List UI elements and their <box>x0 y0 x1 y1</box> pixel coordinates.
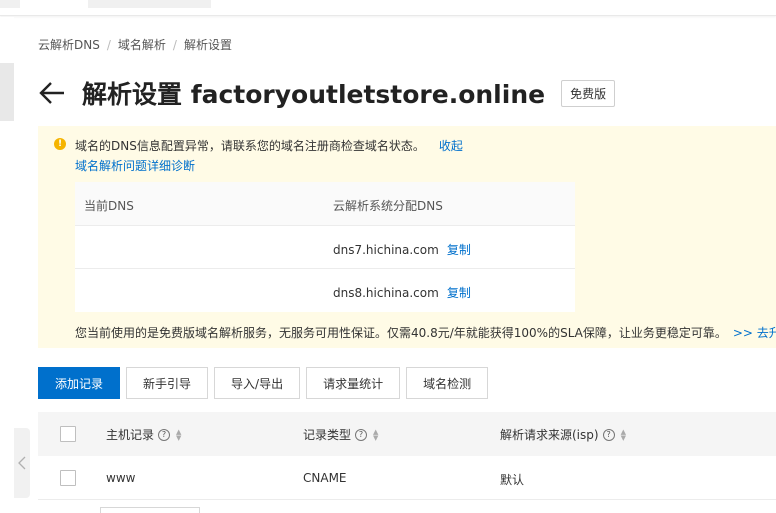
dns-server-table: 当前DNS 云解析系统分配DNS dns7.hichina.com 复制 dns8… <box>75 182 575 312</box>
breadcrumb-separator: / <box>106 38 111 52</box>
help-icon[interactable]: ? <box>158 428 171 441</box>
isp-value: 默认 <box>500 473 525 487</box>
breadcrumb-separator: / <box>172 38 177 52</box>
arrow-left-icon[interactable] <box>38 81 66 105</box>
sort-icon[interactable]: ▲ ▼ <box>176 428 181 441</box>
copy-link[interactable]: 复制 <box>447 243 471 257</box>
dns-table-header: 当前DNS 云解析系统分配DNS <box>75 182 575 226</box>
plan-badge: 免费版 <box>561 79 616 107</box>
dns-table-row: dns8.hichina.com 复制 <box>75 269 575 312</box>
copy-link[interactable]: 复制 <box>447 286 471 300</box>
chevron-left-icon <box>18 456 26 470</box>
breadcrumb: 云解析DNS / 域名解析 / 解析设置 <box>38 36 232 53</box>
upgrade-notice: 您当前使用的是免费版域名解析服务，无服务可用性保证。仅需40.8元/年就能获得1… <box>75 324 776 341</box>
top-tab[interactable] <box>88 0 211 8</box>
import-export-button[interactable]: 导入/导出 <box>214 367 301 399</box>
header-host-label: 主机记录 <box>106 428 155 442</box>
title-row: 解析设置 factoryoutletstore.online 免费版 <box>38 74 616 112</box>
guide-button[interactable]: 新手引导 <box>126 367 209 399</box>
help-icon[interactable]: ? <box>355 428 368 441</box>
table-row[interactable]: www CNAME 默认 <box>38 456 776 500</box>
records-table-header: 主机记录 ? ▲ ▼ 记录类型 ? ▲ ▼ 解析请求来源(isp) ? ▲ ▼ <box>38 412 776 456</box>
assigned-dns-cell: dns7.hichina.com 复制 <box>333 241 471 258</box>
warning-message: 域名的DNS信息配置异常，请联系您的域名注册商检查域名状态。 收起 <box>75 137 463 154</box>
header-assigned-dns: 云解析系统分配DNS <box>333 199 443 213</box>
header-isp-label: 解析请求来源(isp) <box>500 428 599 442</box>
collapse-link[interactable]: 收起 <box>439 139 463 153</box>
header-host[interactable]: 主机记录 ? ▲ ▼ <box>106 426 181 443</box>
help-icon[interactable]: ? <box>602 428 615 441</box>
select-all-checkbox[interactable] <box>60 426 76 442</box>
top-tab[interactable] <box>0 0 20 8</box>
header-isp[interactable]: 解析请求来源(isp) ? ▲ ▼ <box>500 426 626 443</box>
header-current-dns: 当前DNS <box>84 199 134 213</box>
diagnose-link[interactable]: 域名解析问题详细诊断 <box>75 157 195 174</box>
breadcrumb-item-current: 解析设置 <box>183 38 232 52</box>
header-type-label: 记录类型 <box>303 428 352 442</box>
exclamation-circle-icon: ! <box>54 138 66 150</box>
upgrade-link[interactable]: >> 去升级 <box>733 326 776 340</box>
assigned-dns-value: dns7.hichina.com <box>333 243 439 257</box>
pagination-stub <box>100 507 200 513</box>
left-rail <box>0 17 14 513</box>
breadcrumb-item[interactable]: 云解析DNS <box>38 38 100 52</box>
row-checkbox[interactable] <box>60 470 76 486</box>
breadcrumb-item[interactable]: 域名解析 <box>118 38 166 52</box>
record-toolbar: 添加记录 新手引导 导入/导出 请求量统计 域名检测 <box>38 367 489 399</box>
sort-icon[interactable]: ▲ ▼ <box>621 428 626 441</box>
add-record-button[interactable]: 添加记录 <box>38 367 121 399</box>
header-type[interactable]: 记录类型 ? ▲ ▼ <box>303 426 378 443</box>
type-value: CNAME <box>303 471 347 485</box>
assigned-dns-cell: dns8.hichina.com 复制 <box>333 284 471 301</box>
page-title: 解析设置 factoryoutletstore.online <box>82 80 546 109</box>
top-bar <box>0 0 776 16</box>
request-stats-button[interactable]: 请求量统计 <box>306 367 401 399</box>
dns-warning-panel: ! 域名的DNS信息配置异常，请联系您的域名注册商检查域名状态。 收起 域名解析问… <box>38 126 776 348</box>
upgrade-notice-text: 您当前使用的是免费版域名解析服务，无服务可用性保证。仅需40.8元/年就能获得1… <box>75 326 727 340</box>
records-table: 主机记录 ? ▲ ▼ 记录类型 ? ▲ ▼ 解析请求来源(isp) ? ▲ ▼ www… <box>38 412 776 500</box>
warning-text: 域名的DNS信息配置异常，请联系您的域名注册商检查域名状态。 <box>75 139 425 153</box>
left-rail-block <box>0 63 14 121</box>
sidebar-collapse-handle[interactable] <box>14 428 30 498</box>
assigned-dns-value: dns8.hichina.com <box>333 286 439 300</box>
sort-icon[interactable]: ▲ ▼ <box>373 428 378 441</box>
dns-table-row: dns7.hichina.com 复制 <box>75 226 575 269</box>
domain-check-button[interactable]: 域名检测 <box>406 367 489 399</box>
host-value: www <box>106 471 136 485</box>
